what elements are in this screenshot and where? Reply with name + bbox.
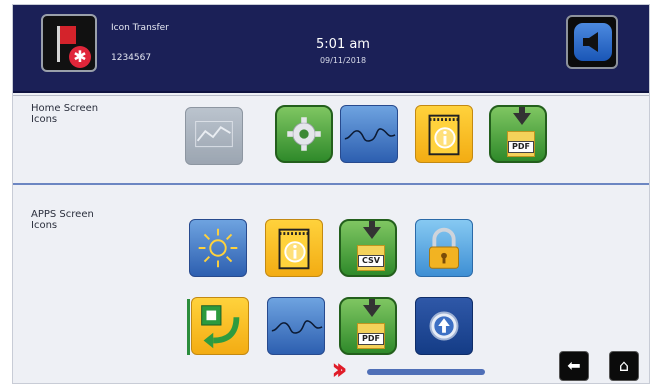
pdf-label: PDF [508,141,534,153]
apps-lock-tile[interactable] [415,219,473,277]
clock-time: 5:01 am [316,37,370,52]
scroll-edge-marker [187,299,190,355]
info-notepad-icon [278,228,310,270]
gear-icon [287,117,321,151]
home-pdf-tile[interactable]: PDF [489,105,547,163]
flag-icon [60,26,76,44]
download-arrow-stem [519,107,525,113]
section-divider [13,183,649,185]
apps-upload-tile[interactable] [415,297,473,355]
upload-icon [429,311,459,341]
sound-button[interactable] [566,15,618,69]
header-bar: ✱ Icon Transfer 1234567 5:01 am 09/11/20… [13,5,649,93]
page-scroll-indicator[interactable] [367,369,485,375]
download-arrow-icon [363,305,381,317]
transfer-icon [201,305,240,349]
csv-label: CSV [358,255,384,267]
lock-icon [429,227,459,269]
download-arrow-stem [369,221,375,227]
home-graph-tile[interactable] [185,107,243,165]
download-arrow-icon [363,227,381,239]
home-wave-tile[interactable] [340,105,398,163]
wave-icon [344,128,396,142]
home-button[interactable]: ⌂ [609,351,639,381]
asterisk-icon: ✱ [69,46,91,68]
back-button[interactable]: ⬅ [559,351,589,381]
apps-info-tile[interactable] [265,219,323,277]
graph-icon [195,121,233,148]
pdf-label: PDF [358,333,384,345]
download-arrow-stem [369,299,375,305]
app-flag-badge[interactable]: ✱ [41,14,97,72]
app-name-label: Icon Transfer [111,23,169,33]
apps-brightness-tile[interactable] [189,219,247,277]
home-info-tile[interactable] [415,105,473,163]
apps-wave-tile[interactable] [267,297,325,355]
home-settings-tile[interactable] [275,105,333,163]
apps-csv-tile[interactable]: CSV [339,219,397,277]
home-icon: ⌂ [618,356,630,375]
clock-date: 09/11/2018 [319,56,367,65]
device-screen: ✱ Icon Transfer 1234567 5:01 am 09/11/20… [12,4,650,384]
brightness-icon [198,228,238,268]
apps-pdf-tile[interactable]: PDF [339,297,397,355]
back-arrow-icon: ⬅ [567,356,581,375]
apps-section-label: APPS Screen Icons [31,209,94,231]
header-divider [13,95,649,96]
home-section-label: Home Screen Icons [31,103,99,125]
speaker-icon [574,23,612,61]
info-notepad-icon [428,114,460,156]
next-page-chevrons-icon[interactable]: ›› [331,355,347,384]
app-id-label: 1234567 [111,53,152,63]
apps-transfer-tile[interactable] [191,297,249,355]
download-arrow-icon [513,113,531,125]
wave-icon [271,320,323,334]
